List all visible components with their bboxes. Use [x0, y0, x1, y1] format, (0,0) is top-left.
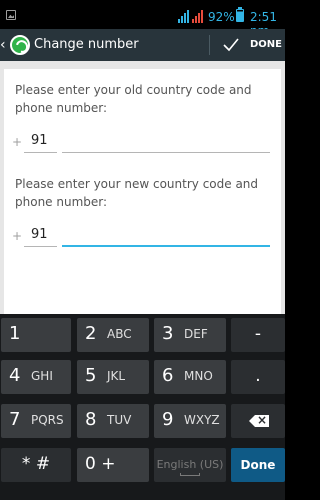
key-4-letters: GHI [31, 369, 53, 383]
old-number-prompt: Please enter your old country code and p… [15, 83, 252, 115]
action-bar-divider [209, 35, 210, 55]
done-key[interactable]: Done [231, 448, 285, 482]
key-period-label: . [255, 366, 261, 386]
numeric-keyboard: 1 2 ABC 3 DEF - 4 GHI 5 JKL 6 MNO . 7 PQ… [0, 314, 285, 500]
key-6[interactable]: 6 MNO [154, 360, 226, 394]
key-7-number: 7 [9, 409, 21, 430]
key-3[interactable]: 3 DEF [154, 318, 226, 352]
key-4[interactable]: 4 GHI [1, 360, 71, 394]
key-2-number: 2 [85, 323, 97, 344]
key-1[interactable]: 1 [1, 318, 71, 352]
page-title: Change number [34, 37, 139, 52]
key-0[interactable]: 0 + [77, 448, 149, 482]
key-3-letters: DEF [184, 327, 208, 341]
image-notification-icon [6, 10, 16, 20]
new-plus-sign: + [12, 229, 23, 243]
signal-strength-2-icon [192, 9, 206, 23]
key-2-letters: ABC [107, 327, 132, 341]
key-9-number: 9 [162, 409, 174, 430]
key-5[interactable]: 5 JKL [77, 360, 149, 394]
old-phone-input[interactable] [62, 131, 270, 153]
space-key-label: English (US) [156, 458, 224, 471]
backspace-key[interactable] [231, 404, 285, 438]
key-8-letters: TUV [107, 413, 132, 427]
signal-strength-icon [178, 9, 192, 23]
key-6-number: 6 [162, 365, 174, 386]
back-chevron-icon[interactable]: ‹ [0, 37, 8, 53]
key-2[interactable]: 2 ABC [77, 318, 149, 352]
key-5-number: 5 [85, 365, 97, 386]
key-7-letters: PQRS [31, 413, 64, 427]
battery-icon [236, 7, 244, 22]
status-bar: 92% 2:51 pm [0, 0, 285, 38]
key-8-number: 8 [85, 409, 97, 430]
new-phone-input[interactable] [62, 225, 270, 247]
done-button-label: DONE [250, 39, 283, 50]
key-4-number: 4 [9, 365, 21, 386]
key-1-number: 1 [9, 323, 21, 344]
battery-percent: 92% [208, 10, 235, 24]
new-number-prompt: Please enter your new country code and p… [15, 177, 259, 209]
space-bar-icon [180, 473, 200, 476]
key-star-hash[interactable]: * # [1, 448, 71, 482]
old-plus-sign: + [12, 135, 23, 149]
key-0-label: 0 + [85, 454, 116, 474]
key-5-letters: JKL [107, 369, 126, 383]
done-key-label: Done [240, 458, 276, 472]
old-country-code-input[interactable]: 91 [24, 131, 57, 153]
key-9-letters: WXYZ [184, 413, 220, 427]
whatsapp-logo-icon[interactable] [10, 35, 30, 55]
key-7[interactable]: 7 PQRS [1, 404, 71, 438]
key-period[interactable]: . [231, 360, 285, 394]
key-8[interactable]: 8 TUV [77, 404, 149, 438]
content-area: Please enter your old country code and p… [0, 61, 285, 315]
new-country-code-input[interactable]: 91 [24, 225, 57, 247]
change-number-form: Please enter your old country code and p… [4, 69, 281, 315]
checkmark-icon [223, 38, 239, 52]
key-3-number: 3 [162, 323, 174, 344]
key-dash-label: - [254, 324, 262, 344]
backspace-icon [249, 415, 269, 427]
key-dash[interactable]: - [231, 318, 285, 352]
key-9[interactable]: 9 WXYZ [154, 404, 226, 438]
action-bar: ‹ Change number DONE [0, 29, 285, 61]
space-key[interactable]: English (US) [154, 448, 226, 482]
key-6-letters: MNO [184, 369, 213, 383]
key-star-hash-label: * # [21, 454, 51, 474]
